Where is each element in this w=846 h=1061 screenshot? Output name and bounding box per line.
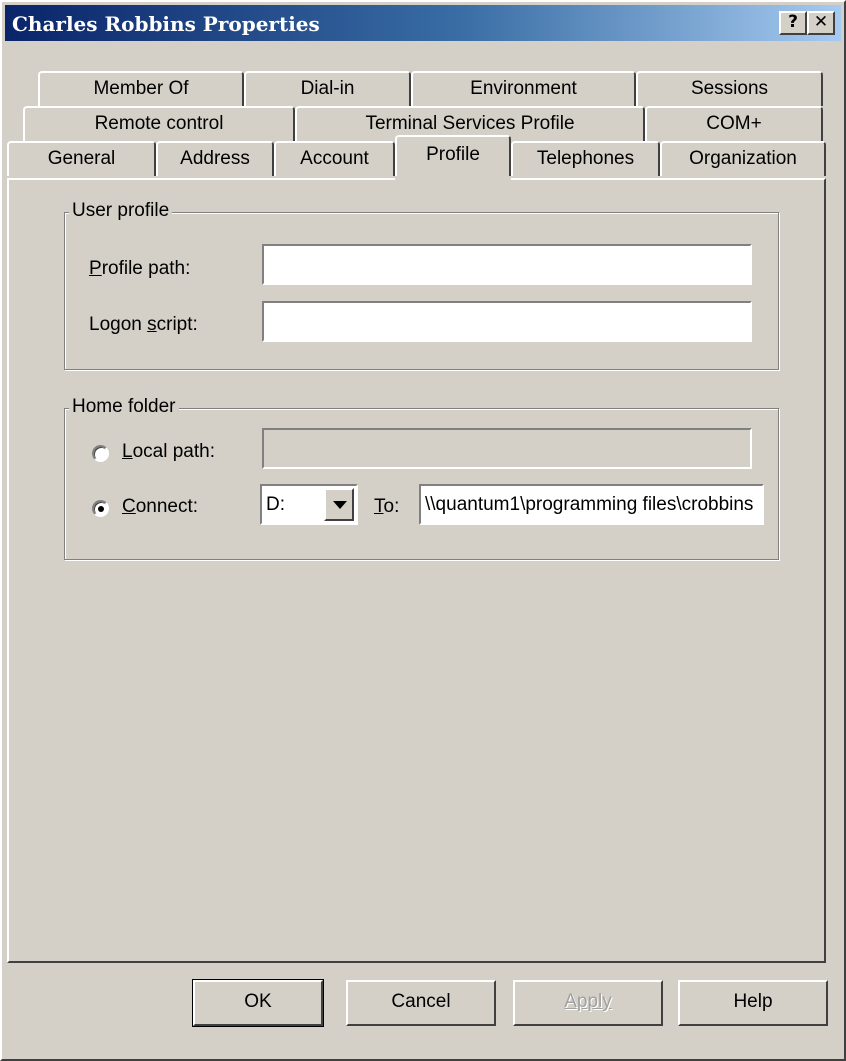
- logon-script-input[interactable]: [262, 301, 752, 342]
- tab-profile[interactable]: Profile: [395, 135, 511, 180]
- tab-address[interactable]: Address: [156, 141, 274, 176]
- tab-environment[interactable]: Environment: [411, 71, 636, 106]
- close-button[interactable]: ✕: [807, 11, 835, 35]
- cancel-button[interactable]: Cancel: [346, 980, 496, 1026]
- tab-member-of[interactable]: Member Of: [38, 71, 244, 106]
- logon-script-label: Logon script:: [89, 314, 198, 335]
- apply-button[interactable]: Apply: [513, 980, 663, 1026]
- drive-dropdown-button[interactable]: [324, 488, 354, 521]
- drive-value: D:: [266, 494, 285, 515]
- user-profile-group: [64, 212, 779, 370]
- tab-account[interactable]: Account: [274, 141, 395, 176]
- profile-path-input[interactable]: [262, 244, 752, 285]
- tab-telephones[interactable]: Telephones: [511, 141, 660, 176]
- local-path-label[interactable]: Local path:: [122, 441, 215, 463]
- radio-selected-dot: [98, 506, 104, 512]
- selected-tab-gap: [395, 176, 511, 182]
- to-path-input[interactable]: \\quantum1\programming files\crobbins: [419, 484, 764, 525]
- connect-label[interactable]: Connect:: [122, 496, 198, 518]
- connect-radio[interactable]: [92, 500, 109, 517]
- help-dialog-button[interactable]: Help: [678, 980, 828, 1026]
- home-folder-legend: Home folder: [69, 396, 179, 418]
- tab-com-plus[interactable]: COM+: [645, 106, 823, 141]
- local-path-input: [262, 428, 752, 469]
- user-profile-legend: User profile: [69, 200, 173, 222]
- properties-dialog: Charles Robbins Properties ? ✕ Member Of…: [0, 0, 846, 1061]
- profile-path-label: Profile path:: [89, 258, 191, 279]
- local-path-radio[interactable]: [92, 445, 109, 462]
- title-bar[interactable]: Charles Robbins Properties ? ✕: [5, 5, 841, 41]
- chevron-down-icon: [333, 501, 347, 509]
- profile-tab-panel: User profile Profile path: Logon script:…: [7, 178, 826, 963]
- tab-organization[interactable]: Organization: [660, 141, 826, 176]
- tab-remote-control[interactable]: Remote control: [23, 106, 295, 141]
- tab-dial-in[interactable]: Dial-in: [244, 71, 411, 106]
- window-title: Charles Robbins Properties: [12, 12, 320, 36]
- tab-general[interactable]: General: [7, 141, 156, 176]
- apply-label: Apply: [564, 991, 612, 1012]
- ok-button[interactable]: OK: [192, 979, 324, 1027]
- help-button[interactable]: ?: [779, 11, 807, 35]
- tab-sessions[interactable]: Sessions: [636, 71, 823, 106]
- to-label: To:: [374, 496, 400, 517]
